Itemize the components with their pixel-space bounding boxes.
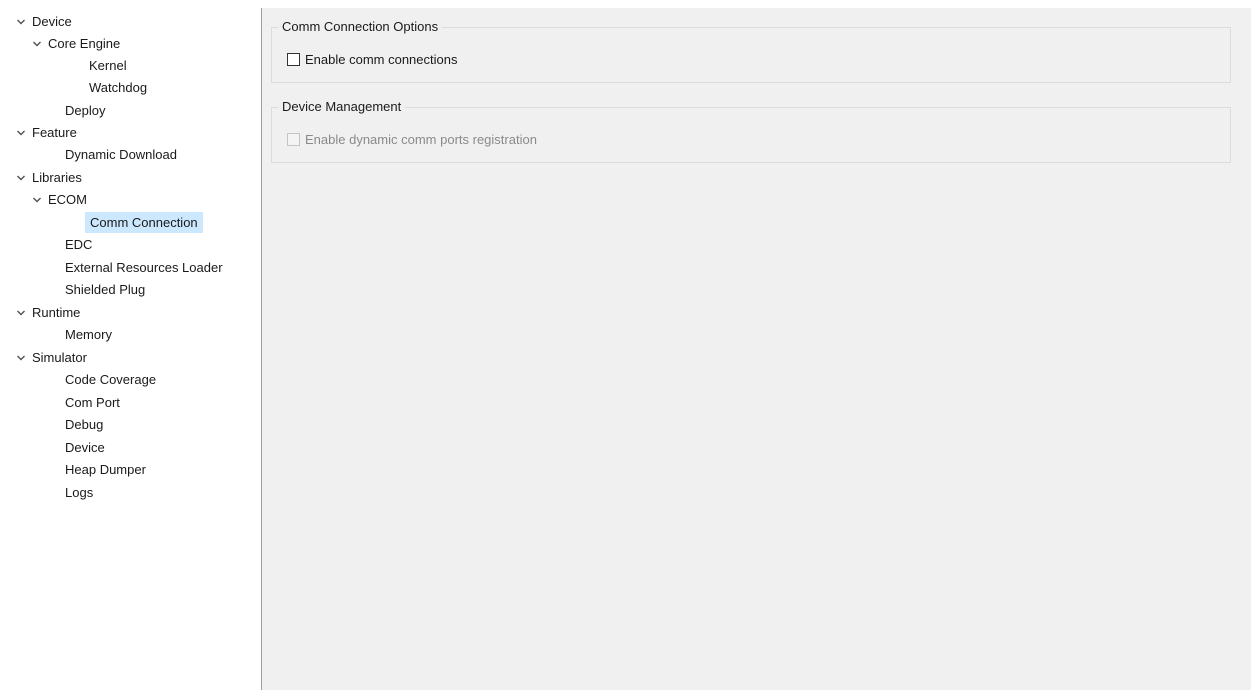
tree-item-label: EDC xyxy=(65,237,93,252)
tree-item-label: Kernel xyxy=(89,58,127,73)
tree-item-core-engine[interactable]: Core Engine xyxy=(32,33,125,54)
tree-item-debug[interactable]: Debug xyxy=(60,414,108,435)
tree-item-label: Logs xyxy=(65,485,94,500)
tree-item-label: Simulator xyxy=(32,350,87,365)
tree-item-label: Core Engine xyxy=(48,36,121,51)
tree-item-label: Libraries xyxy=(32,170,82,185)
tree-item-label: Shielded Plug xyxy=(65,282,146,297)
tree-item-heap-dumper[interactable]: Heap Dumper xyxy=(60,459,151,480)
settings-panel: Comm Connection Options Enable comm conn… xyxy=(262,8,1251,690)
tree-item-feature[interactable]: Feature xyxy=(16,122,82,143)
tree-item-watchdog[interactable]: Watchdog xyxy=(84,77,152,98)
enable-comm-connections-checkbox-row[interactable]: Enable comm connections xyxy=(287,52,457,67)
group-title: Device Management xyxy=(278,97,406,117)
tree-item-memory[interactable]: Memory xyxy=(60,324,117,345)
tree-item-label: Runtime xyxy=(32,305,81,320)
tree-item-label: Dynamic Download xyxy=(65,147,177,162)
tree-item-label: Comm Connection xyxy=(85,212,203,233)
tree-item-ecom[interactable]: ECOM xyxy=(32,189,92,210)
tree-item-label: Device xyxy=(65,440,105,455)
tree-item-code-coverage[interactable]: Code Coverage xyxy=(60,369,161,390)
tree-item-deploy[interactable]: Deploy xyxy=(60,100,110,121)
enable-dynamic-comm-ports-checkbox xyxy=(287,133,300,146)
checkbox-label: Enable dynamic comm ports registration xyxy=(305,132,537,147)
tree-item-external-resources-loader[interactable]: External Resources Loader xyxy=(60,257,228,278)
tree-item-runtime[interactable]: Runtime xyxy=(16,302,85,323)
tree-item-edc[interactable]: EDC xyxy=(60,234,97,255)
tree-item-logs[interactable]: Logs xyxy=(60,482,98,503)
tree-item-label: ECOM xyxy=(48,192,87,207)
enable-dynamic-comm-ports-checkbox-row: Enable dynamic comm ports registration xyxy=(287,132,537,147)
tree-item-label: Debug xyxy=(65,417,104,432)
chevron-down-icon[interactable] xyxy=(16,128,26,138)
group-title: Comm Connection Options xyxy=(278,17,443,37)
tree-item-libraries[interactable]: Libraries xyxy=(16,167,87,188)
device-management-group: Device Management Enable dynamic comm po… xyxy=(271,97,1231,163)
tree-item-label: Memory xyxy=(65,327,112,342)
chevron-down-icon[interactable] xyxy=(16,353,26,363)
chevron-down-icon[interactable] xyxy=(16,17,26,27)
tree-item-simulator[interactable]: Simulator xyxy=(16,347,92,368)
tree-item-com-port[interactable]: Com Port xyxy=(60,392,125,413)
tree-item-label: Code Coverage xyxy=(65,372,157,387)
chevron-down-icon[interactable] xyxy=(16,308,26,318)
chevron-down-icon[interactable] xyxy=(32,39,42,49)
tree-item-shielded-plug[interactable]: Shielded Plug xyxy=(60,279,150,300)
chevron-down-icon[interactable] xyxy=(16,173,26,183)
tree-item-label: External Resources Loader xyxy=(65,260,223,275)
tree-item-label: Watchdog xyxy=(89,80,148,95)
checkbox-label: Enable comm connections xyxy=(305,52,458,67)
tree-item-kernel[interactable]: Kernel xyxy=(84,55,132,76)
tree-item-label: Com Port xyxy=(65,395,120,410)
enable-comm-connections-checkbox[interactable] xyxy=(287,53,300,66)
tree-item-label: Feature xyxy=(32,125,77,140)
tree-item-comm-connection[interactable]: Comm Connection xyxy=(85,212,203,233)
preferences-window: Device Core Engine Kernel Watchdog Deplo… xyxy=(8,8,1251,690)
tree-item-dynamic-download[interactable]: Dynamic Download xyxy=(60,144,182,165)
tree-item-label: Heap Dumper xyxy=(65,462,146,477)
tree-item-label: Deploy xyxy=(65,103,106,118)
tree-item-device[interactable]: Device xyxy=(16,11,77,32)
comm-connection-options-group: Comm Connection Options Enable comm conn… xyxy=(271,17,1231,83)
chevron-down-icon[interactable] xyxy=(32,195,42,205)
tree-item-label: Device xyxy=(32,14,72,29)
tree-item-simulator-device[interactable]: Device xyxy=(60,437,110,458)
preferences-tree: Device Core Engine Kernel Watchdog Deplo… xyxy=(8,8,262,690)
